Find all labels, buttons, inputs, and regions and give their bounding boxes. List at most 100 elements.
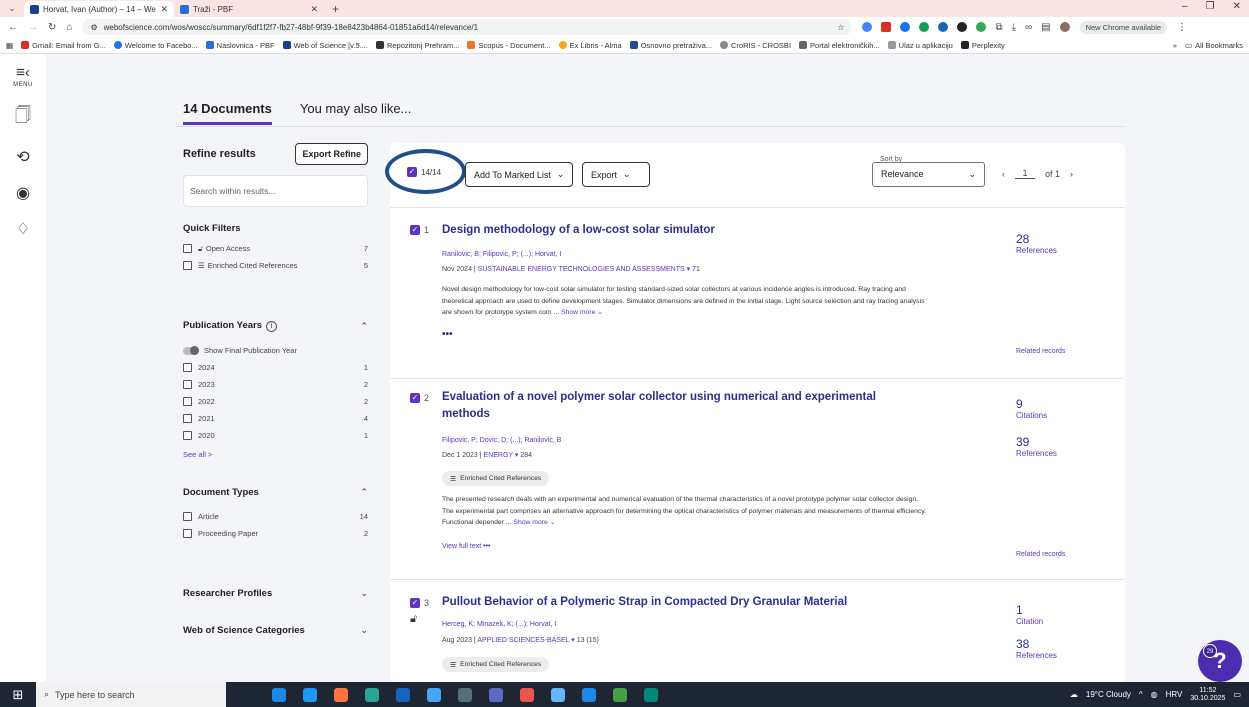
record-select[interactable]: ✓ 2 bbox=[410, 393, 429, 403]
filter-year[interactable]: 2023 2 bbox=[183, 376, 368, 393]
language-indicator[interactable]: HRV bbox=[1166, 690, 1183, 699]
bookmark-item[interactable]: Ulaz u aplikaciju bbox=[887, 41, 953, 50]
journal-dropdown-icon[interactable]: ▾ bbox=[571, 637, 575, 644]
enriched-refs-badge[interactable]: ☰ Enriched Cited References bbox=[442, 471, 550, 486]
bookmark-item[interactable]: CroRIS - CROSBI bbox=[720, 41, 791, 50]
toggle-switch[interactable] bbox=[183, 345, 199, 355]
address-bar[interactable]: ⚙ webofscience.com/wos/woscc/summary/6df… bbox=[82, 19, 853, 35]
filter-enriched-refs[interactable]: ☰ Enriched Cited References 5 bbox=[183, 257, 368, 274]
taskbar-app-icon[interactable] bbox=[272, 687, 286, 702]
info-icon[interactable]: i bbox=[266, 321, 278, 332]
citations-metric[interactable]: 1 Citation bbox=[1016, 603, 1043, 626]
page-input[interactable]: 1 bbox=[1015, 168, 1035, 179]
see-all-link[interactable]: See all > bbox=[183, 450, 368, 459]
taskbar-app-icon[interactable] bbox=[613, 687, 627, 702]
close-icon[interactable]: ✕ bbox=[160, 4, 168, 15]
related-records-link[interactable]: Related records bbox=[1016, 551, 1065, 558]
next-page-icon[interactable]: › bbox=[1070, 169, 1073, 179]
extension-icon[interactable] bbox=[938, 22, 949, 32]
site-info-icon[interactable]: ⚙ bbox=[90, 23, 97, 32]
taskbar-app-icon[interactable] bbox=[396, 687, 410, 702]
browser-tab-pbf[interactable]: Traži - PBF ✕ bbox=[174, 1, 324, 17]
view-full-text-link[interactable]: View full text ••• bbox=[442, 543, 490, 550]
bookmark-item[interactable]: Ex Libris - Alma bbox=[558, 41, 622, 50]
bookmark-item[interactable]: Osnovno pretraživa... bbox=[629, 41, 712, 50]
checkbox[interactable] bbox=[183, 261, 192, 270]
notifications-icon[interactable]: ▭ bbox=[1233, 690, 1241, 699]
citations-metric[interactable]: 9 Citations bbox=[1016, 397, 1047, 420]
publication-years-header[interactable]: Publication Years i ⌃ bbox=[183, 320, 368, 332]
extension-icon[interactable] bbox=[862, 22, 873, 32]
back-icon[interactable]: ← bbox=[8, 22, 18, 33]
apps-grid-icon[interactable]: ▦ bbox=[6, 41, 13, 50]
taskbar-app-icon[interactable] bbox=[365, 687, 379, 702]
export-refine-button[interactable]: Export Refine bbox=[295, 143, 368, 165]
bookmark-item[interactable]: Repozitorij Prehram... bbox=[375, 41, 459, 50]
rail-marked-lists[interactable]: 🗍 bbox=[15, 104, 31, 131]
close-icon[interactable]: ✕ bbox=[310, 4, 318, 15]
forward-icon[interactable]: → bbox=[28, 22, 38, 33]
taskbar-app-icon[interactable] bbox=[644, 687, 658, 702]
chevron-up-icon[interactable]: ⌃ bbox=[360, 487, 368, 498]
record-title[interactable]: Pullout Behavior of a Polymeric Strap in… bbox=[442, 594, 912, 611]
rail-profile[interactable]: ◉ bbox=[16, 183, 30, 203]
select-all-checkbox[interactable]: ✓ 14/14 bbox=[407, 167, 441, 177]
export-button[interactable]: Export ⌄ bbox=[582, 162, 650, 187]
menu-button[interactable]: ≡‹ MENU bbox=[13, 64, 33, 88]
record-select[interactable]: ✓ 1 bbox=[410, 225, 429, 235]
extension-icon[interactable] bbox=[881, 22, 892, 32]
weather-text[interactable]: 19°C Cloudy bbox=[1086, 690, 1131, 699]
reload-icon[interactable]: ↻ bbox=[48, 22, 56, 33]
tab-search-icon[interactable]: ⌄ bbox=[0, 3, 24, 14]
chevron-down-icon[interactable]: ⌄ bbox=[360, 588, 368, 599]
url-text[interactable]: webofscience.com/wos/woscc/summary/6df1f… bbox=[104, 23, 832, 32]
journal-name[interactable]: APPLIED SCIENCES-BASEL bbox=[477, 637, 569, 644]
record-title[interactable]: Evaluation of a novel polymer solar coll… bbox=[442, 389, 912, 423]
taskbar-search-input[interactable]: ⌕ Type here to search bbox=[36, 682, 226, 707]
checkbox[interactable] bbox=[183, 397, 192, 406]
taskbar-app-icon[interactable] bbox=[458, 687, 472, 702]
more-options-icon[interactable]: ••• bbox=[442, 329, 453, 340]
record-authors[interactable]: Filipovic, P; Dovic, D; (...); Ranilovic… bbox=[442, 437, 561, 444]
chrome-menu-icon[interactable]: ⋮ bbox=[1177, 22, 1187, 33]
bookmark-star-icon[interactable]: ☆ bbox=[837, 23, 844, 32]
record-select[interactable]: ✓ 3 bbox=[410, 598, 429, 608]
checkbox[interactable] bbox=[183, 380, 192, 389]
taskbar-app-icon[interactable] bbox=[303, 687, 317, 702]
rail-alerts[interactable]: ♢ bbox=[16, 219, 30, 239]
all-bookmarks-button[interactable]: ▭ All Bookmarks bbox=[1185, 41, 1243, 50]
checkbox[interactable] bbox=[183, 512, 192, 521]
sidebar-icon[interactable]: ▤ bbox=[1041, 22, 1050, 33]
home-icon[interactable]: ⌂ bbox=[66, 22, 72, 33]
profile-avatar-icon[interactable] bbox=[1059, 22, 1070, 32]
references-metric[interactable]: 28 References bbox=[1016, 232, 1057, 255]
bookmark-item[interactable]: Welcome to Facebo... bbox=[113, 41, 198, 50]
filter-doc-type[interactable]: Article 14 bbox=[183, 508, 368, 525]
bookmark-item[interactable]: Naslovnica - PBF bbox=[205, 41, 275, 50]
maximize-icon[interactable]: ❐ bbox=[1206, 1, 1215, 12]
bookmark-item[interactable]: Scopus - Document... bbox=[467, 41, 551, 50]
rail-history[interactable]: ⟲ bbox=[16, 147, 29, 167]
sort-select[interactable]: Relevance ⌄ bbox=[872, 162, 985, 187]
tray-chevron-icon[interactable]: ^ bbox=[1139, 690, 1143, 699]
filter-doc-type[interactable]: Proceeding Paper 2 bbox=[183, 525, 368, 542]
journal-dropdown-icon[interactable]: ▾ bbox=[687, 266, 691, 273]
filter-year[interactable]: 2024 1 bbox=[183, 359, 368, 376]
journal-name[interactable]: ENERGY bbox=[484, 452, 513, 459]
record-authors[interactable]: Ranilovic, B; Filipovic, P; (...); Horva… bbox=[442, 251, 561, 258]
tab-documents[interactable]: 14 Documents bbox=[183, 101, 272, 125]
extension-icon[interactable] bbox=[919, 22, 930, 32]
bookmark-item[interactable]: Gmail: Email from G... bbox=[21, 41, 106, 50]
new-tab-button[interactable]: + bbox=[324, 2, 347, 16]
record-authors[interactable]: Herceg, K; Minazek, K; (...); Horvat, I bbox=[442, 621, 556, 628]
close-window-icon[interactable]: ✕ bbox=[1233, 1, 1241, 12]
taskbar-app-icon[interactable] bbox=[427, 687, 441, 702]
checkbox[interactable] bbox=[183, 414, 192, 423]
chevron-up-icon[interactable]: ⌃ bbox=[360, 321, 368, 332]
show-final-year-toggle[interactable]: Show Final Publication Year bbox=[183, 342, 368, 359]
filter-open-access[interactable]: 🔓︎ Open Access 7 bbox=[183, 240, 368, 257]
filter-year[interactable]: 2020 1 bbox=[183, 427, 368, 444]
checkbox[interactable] bbox=[183, 363, 192, 372]
filter-year[interactable]: 2022 2 bbox=[183, 393, 368, 410]
chevron-down-icon[interactable]: ⌄ bbox=[360, 625, 368, 636]
